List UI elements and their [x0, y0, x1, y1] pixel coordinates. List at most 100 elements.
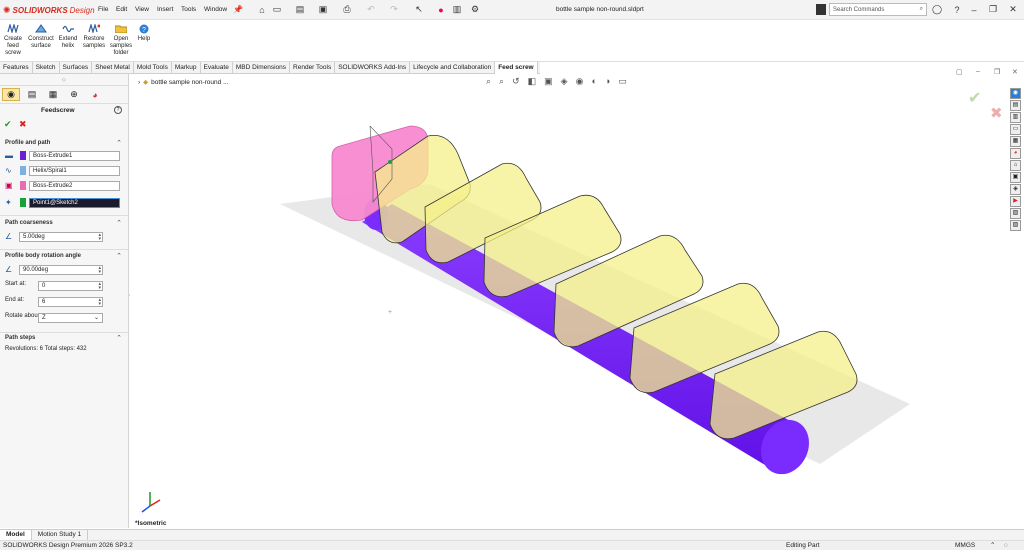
- color-swatch[interactable]: [20, 198, 26, 207]
- collapse-chevron-icon[interactable]: ⌃: [116, 219, 122, 227]
- user-account-icon[interactable]: ◯: [932, 4, 942, 15]
- unit-system[interactable]: MMGS: [955, 541, 975, 550]
- play-icon[interactable]: ▶: [1010, 196, 1021, 207]
- menu-tools[interactable]: Tools: [181, 6, 196, 13]
- search-input[interactable]: Search Commands: [833, 7, 917, 13]
- graphics-viewport[interactable]: › ◆ bottle sample non-round ... ⌕ ⌕ ↺ ◧ …: [130, 68, 1024, 528]
- status-help-icon[interactable]: ◌: [1004, 541, 1008, 550]
- collapse-chevron-icon[interactable]: ⌃: [116, 139, 122, 147]
- print-icon[interactable]: ⎙: [342, 4, 352, 15]
- feed-screw-model[interactable]: +: [130, 74, 1024, 528]
- section-path-steps[interactable]: Path steps: [5, 335, 35, 341]
- color-swatch[interactable]: [20, 151, 26, 160]
- cancel-x-icon[interactable]: ✖: [19, 119, 27, 130]
- restore-window-icon[interactable]: ❐: [988, 4, 998, 15]
- collapse-chevron-icon[interactable]: ⌃: [116, 252, 122, 260]
- rotation-angle-spinner[interactable]: 90.00deg ▴ ▾: [19, 265, 103, 275]
- rotate-about-value[interactable]: Z: [42, 315, 46, 321]
- save-icon[interactable]: ▣: [318, 4, 328, 15]
- rebuild-icon[interactable]: ●: [436, 4, 446, 15]
- search-commands-box[interactable]: Search Commands ⌕: [829, 3, 927, 16]
- tab-render-tools[interactable]: Render Tools: [290, 62, 336, 74]
- chevron-down-icon[interactable]: ⌄: [94, 314, 99, 323]
- file-properties-icon[interactable]: ▥: [452, 4, 462, 15]
- end-at-spinner[interactable]: 6 ▴ ▾: [38, 297, 103, 307]
- open-file-icon[interactable]: ▤: [295, 4, 305, 15]
- file-explorer-icon[interactable]: ▭: [1010, 124, 1021, 135]
- select-icon[interactable]: ↖: [414, 4, 424, 15]
- undo-icon[interactable]: ↶: [366, 4, 376, 15]
- tool-body-field[interactable]: Boss-Extrude2: [29, 180, 120, 191]
- tab-solidworks-add-ins[interactable]: SOLIDWORKS Add-Ins: [335, 62, 411, 74]
- construct-surface-button[interactable]: Construct surface: [27, 23, 55, 50]
- tab-features[interactable]: Features: [0, 62, 33, 74]
- start-at-spinner[interactable]: 0 ▴ ▾: [38, 281, 103, 291]
- tab-feed-screw[interactable]: Feed screw: [495, 62, 538, 74]
- rotate-about-select[interactable]: Z ⌄: [38, 313, 103, 323]
- tab-evaluate[interactable]: Evaluate: [201, 62, 233, 74]
- tab-mbd-dimensions[interactable]: MBD Dimensions: [233, 62, 291, 74]
- tab-surfaces[interactable]: Surfaces: [60, 62, 93, 74]
- feature-manager-tab-icon[interactable]: ◉: [2, 88, 20, 101]
- menu-window[interactable]: Window: [204, 6, 227, 13]
- notes-icon[interactable]: ▧: [1010, 208, 1021, 219]
- path-coarseness-spinner[interactable]: 5.00deg ▴ ▾: [19, 232, 103, 242]
- section-profile-and-path[interactable]: Profile and path: [5, 140, 50, 146]
- redo-icon[interactable]: ↷: [389, 4, 399, 15]
- collapse-handle-icon[interactable]: ◇: [62, 77, 66, 83]
- property-manager-tab-icon[interactable]: ▤: [23, 88, 41, 101]
- dimxpert-tab-icon[interactable]: ⊕: [65, 88, 83, 101]
- home-icon[interactable]: ⌂: [257, 4, 267, 15]
- unit-chevron-icon[interactable]: ⌃: [990, 541, 995, 550]
- configuration-manager-tab-icon[interactable]: ▦: [44, 88, 62, 101]
- spin-arrows-icon[interactable]: ▴ ▾: [98, 298, 101, 307]
- reference-point-field[interactable]: Point1@Sketch2: [29, 197, 120, 208]
- tab-mold-tools[interactable]: Mold Tools: [134, 62, 172, 74]
- close-window-icon[interactable]: ✕: [1008, 4, 1018, 15]
- color-swatch[interactable]: [20, 166, 26, 175]
- rotation-angle-value[interactable]: 90.00deg: [23, 267, 48, 273]
- restore-samples-button[interactable]: Restore samples: [83, 23, 105, 50]
- menu-edit[interactable]: Edit: [116, 6, 127, 13]
- new-file-icon[interactable]: ▭: [272, 4, 282, 15]
- panel-handle[interactable]: ◇: [0, 74, 129, 86]
- appearances-icon[interactable]: ◕: [1010, 148, 1021, 159]
- solidworks-resources-icon[interactable]: ◉: [1010, 88, 1021, 99]
- solidworks-forum-icon[interactable]: ▣: [1010, 172, 1021, 183]
- section-rotation-angle[interactable]: Profile body rotation angle: [5, 253, 81, 259]
- helix-segments[interactable]: [374, 135, 858, 440]
- custom-properties-icon[interactable]: ⌂: [1010, 160, 1021, 171]
- minimize-icon[interactable]: –: [969, 4, 979, 15]
- tab-model[interactable]: Model: [0, 530, 32, 540]
- display-manager-tab-icon[interactable]: ◕: [86, 88, 104, 101]
- start-at-value[interactable]: 0: [42, 283, 45, 289]
- helix-path-field[interactable]: Helix/Spiral1: [29, 165, 120, 176]
- pin-icon[interactable]: 📌: [233, 4, 243, 15]
- path-coarseness-value[interactable]: 5.00deg: [23, 234, 45, 240]
- profile-body-field[interactable]: Boss-Extrude1: [29, 150, 120, 161]
- design-library-icon[interactable]: ▥: [1010, 112, 1021, 123]
- menu-view[interactable]: View: [135, 6, 149, 13]
- color-swatch[interactable]: [20, 181, 26, 190]
- spin-arrows-icon[interactable]: ▴ ▾: [98, 282, 101, 291]
- recorder-icon[interactable]: ▨: [1010, 220, 1021, 231]
- tab-markup[interactable]: Markup: [172, 62, 201, 74]
- add-ins-icon[interactable]: ◈: [1010, 184, 1021, 195]
- help-circle-icon[interactable]: ?: [114, 106, 122, 114]
- tab-sketch[interactable]: Sketch: [33, 62, 60, 74]
- collapse-chevron-icon[interactable]: ⌃: [116, 334, 122, 342]
- extend-helix-button[interactable]: Extend helix: [58, 23, 78, 50]
- ok-checkmark-icon[interactable]: ✔: [4, 119, 12, 130]
- spin-arrows-icon[interactable]: ▴ ▾: [98, 266, 101, 275]
- help-button[interactable]: ? Help: [136, 23, 152, 43]
- options-gear-icon[interactable]: ⚙: [470, 4, 480, 15]
- menu-insert[interactable]: Insert: [157, 6, 173, 13]
- end-at-value[interactable]: 6: [42, 299, 45, 305]
- 3dexperience-icon[interactable]: ▤: [1010, 100, 1021, 111]
- create-feed-screw-button[interactable]: Create feed screw: [3, 23, 23, 57]
- menu-file[interactable]: File: [98, 6, 108, 13]
- tab-lifecycle-collaboration[interactable]: Lifecycle and Collaboration: [410, 62, 496, 74]
- tab-motion-study-1[interactable]: Motion Study 1: [32, 530, 89, 540]
- tab-sheet-metal[interactable]: Sheet Metal: [92, 62, 134, 74]
- open-samples-folder-button[interactable]: Open samples folder: [109, 23, 133, 57]
